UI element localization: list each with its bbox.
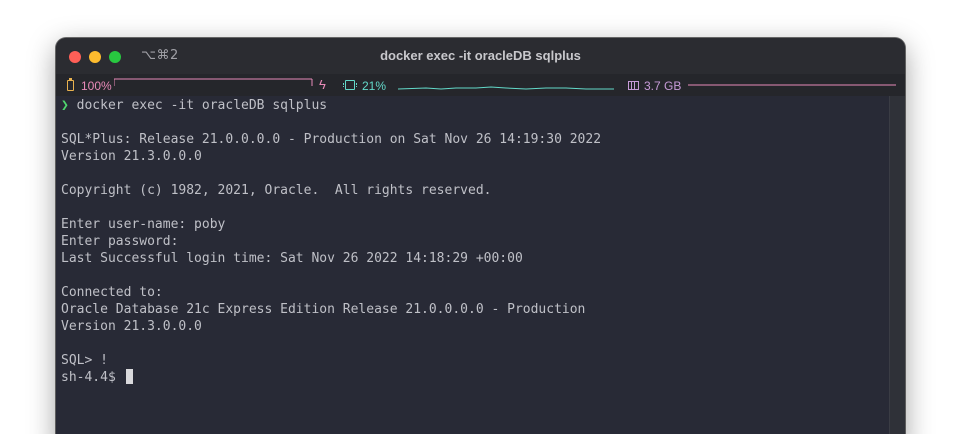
output-line: Last Successful login time: Sat Nov 26 2…: [61, 251, 523, 266]
output-line: Enter user-name: poby: [61, 217, 226, 232]
shell-prompt-line: sh-4.4$: [61, 369, 133, 386]
terminal-output[interactable]: ❯ docker exec -it oracleDB sqlplus SQL*P…: [56, 96, 889, 434]
output-line: Copyright (c) 1982, 2021, Oracle. All ri…: [61, 183, 492, 198]
output-line: Version 21.3.0.0.0: [61, 319, 202, 334]
cpu-graph: [397, 86, 614, 90]
output-line: Oracle Database 21c Express Edition Rele…: [61, 302, 586, 317]
shell-prompt: sh-4.4$: [61, 370, 116, 385]
output-line: Version 21.3.0.0.0: [61, 149, 202, 164]
desktop-background: ⌥⌘2 docker exec -it oracleDB sqlplus 100…: [0, 0, 961, 434]
status-bar: 100% ϟ 21% 3.7 GB: [56, 74, 905, 96]
command-line: ❯ docker exec -it oracleDB sqlplus: [61, 97, 327, 114]
command-text: docker exec -it oracleDB sqlplus: [76, 98, 328, 113]
output-line: SQL> !: [61, 353, 108, 368]
output-line: Connected to:: [61, 285, 163, 300]
memory-usage: 3.7 GB: [644, 79, 682, 93]
window-title: docker exec -it oracleDB sqlplus: [380, 48, 581, 63]
battery-percent: 100%: [81, 79, 112, 93]
charging-bolt-icon: ϟ: [319, 77, 326, 92]
battery-icon: [67, 78, 74, 91]
output-line: Enter password:: [61, 234, 179, 249]
terminal-scrollbar[interactable]: [889, 96, 905, 434]
output-line: SQL*Plus: Release 21.0.0.0.0 - Productio…: [61, 132, 602, 147]
terminal-window: ⌥⌘2 docker exec -it oracleDB sqlplus 100…: [56, 38, 905, 434]
text-cursor: [125, 369, 133, 384]
memory-icon: [628, 81, 639, 90]
prompt-chevron-icon: ❯: [61, 98, 69, 113]
title-bar[interactable]: ⌥⌘2 docker exec -it oracleDB sqlplus: [56, 38, 905, 74]
cpu-icon: [343, 80, 357, 90]
cpu-percent: 21%: [362, 79, 387, 93]
battery-graph: [114, 78, 313, 86]
memory-graph: [688, 84, 896, 86]
